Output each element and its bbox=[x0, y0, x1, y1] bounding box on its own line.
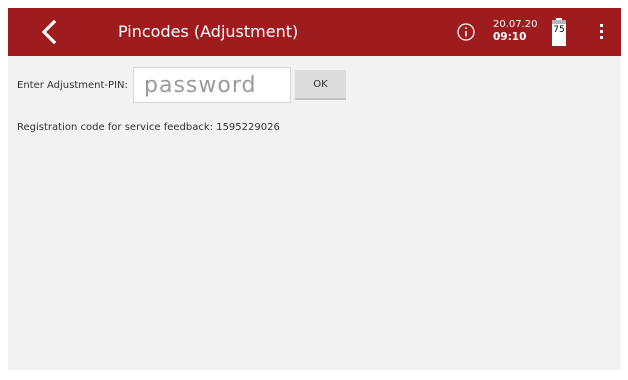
back-arrow-icon bbox=[41, 19, 57, 45]
pin-label: Enter Adjustment-PIN: bbox=[17, 80, 128, 91]
top-app-bar: Pincodes (Adjustment) 20.07.20 09:10 75 bbox=[8, 8, 621, 56]
info-icon bbox=[457, 23, 475, 41]
battery-indicator: 75 bbox=[552, 18, 566, 46]
ok-button[interactable]: OK bbox=[295, 70, 346, 100]
app-window: Pincodes (Adjustment) 20.07.20 09:10 75 … bbox=[0, 0, 628, 380]
back-button[interactable] bbox=[34, 16, 66, 48]
registration-code: 1595229026 bbox=[216, 122, 280, 133]
page-title: Pincodes (Adjustment) bbox=[118, 22, 299, 41]
more-vert-icon[interactable] bbox=[596, 22, 608, 42]
content-area bbox=[8, 56, 621, 370]
registration-row: Registration code for service feedback: … bbox=[17, 122, 280, 133]
info-button[interactable] bbox=[456, 22, 476, 42]
registration-label: Registration code for service feedback: bbox=[17, 122, 214, 133]
date-time: 20.07.20 09:10 bbox=[493, 18, 538, 44]
time-text: 09:10 bbox=[493, 31, 527, 43]
battery-level: 75 bbox=[553, 25, 565, 35]
date-text: 20.07.20 bbox=[493, 19, 538, 30]
pin-input[interactable] bbox=[133, 67, 291, 103]
